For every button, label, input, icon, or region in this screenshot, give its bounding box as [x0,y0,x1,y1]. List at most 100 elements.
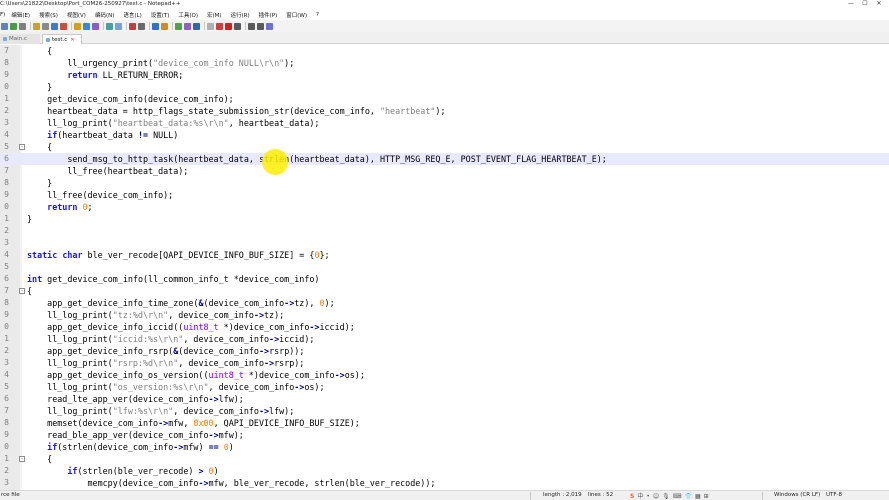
code-line[interactable]: 1 get_device_com_info(device_com_info); [0,93,889,105]
code-line[interactable]: 0 app_get_device_info_iccid((uint8_t *)d… [0,321,889,333]
code-line[interactable]: 5 [0,261,889,273]
menu-item[interactable]: 设置(T) [151,11,170,19]
code-line[interactable]: 3 ll_log_print("heartbeat_data:%s\r\n", … [0,117,889,129]
code-line[interactable]: 5 ll_log_print("os_version:%s\r\n", devi… [0,381,889,393]
toolbar-button-icon[interactable] [207,22,214,30]
keyboard-icon[interactable]: ⌨ [673,492,682,500]
toolbar-button-icon[interactable] [138,22,145,30]
eol-status[interactable]: Windows (CR LF) [774,492,820,498]
close-tab-icon[interactable]: ✕ [70,37,74,43]
toolbar-button-icon[interactable] [184,22,191,30]
code-line[interactable]: 7 { [0,45,889,57]
menu-item[interactable]: 编码(N) [95,11,114,19]
toolbar-button-icon[interactable] [74,22,81,30]
tab-main-c[interactable]: Main.c [0,34,40,44]
toolbar-button-icon[interactable] [19,22,26,30]
chinese-mode-icon[interactable]: 中 [637,492,643,500]
toolbar-button-icon[interactable] [193,22,200,30]
menu-item[interactable]: F) [0,12,5,18]
toolbar-button-icon[interactable] [42,22,49,30]
maximize-button[interactable]: ☐ [859,0,871,8]
code-line[interactable]: 2 if(strlen(ble_ver_recode) > 0) [0,465,889,477]
sogou-ime-icon[interactable]: S [630,492,634,500]
code-line[interactable]: 7 -{ [0,285,889,297]
menu-item[interactable]: ? [316,12,319,18]
skin-icon[interactable]: 👕 [684,492,691,500]
code-line[interactable]: 2 heartbeat_data = http_flags_state_subm… [0,105,889,117]
toolbar-button-icon[interactable] [51,22,58,30]
code-line[interactable]: 9 read_ble_app_ver(device_com_info->mfw)… [0,429,889,441]
punctuation-icon[interactable]: • [646,492,650,500]
menu-item[interactable]: 搜索(S) [39,11,58,19]
code-line[interactable]: 1 ll_log_print("iccid:%s\r\n", device_co… [0,333,889,345]
toolbar-button-icon[interactable] [161,22,168,30]
code-line[interactable]: 9 return LL_RETURN_ERROR; [0,69,889,81]
code-line[interactable]: 7 ll_log_print("lfw:%s\r\n", device_com_… [0,405,889,417]
grid-icon[interactable]: ⊞ [704,492,709,500]
menu-item[interactable]: 运行(R) [231,11,250,19]
encoding-status[interactable]: UTF-8 [826,492,842,498]
menu-item[interactable]: 插件(P) [259,11,278,19]
toolbar-button-icon[interactable] [234,22,241,30]
toolbox-icon[interactable]: ▦ [695,492,701,500]
menu-bar: F) 编辑(E) 搜索(S) 视图(V) 编码(N) 语言(L) 设置(T) 工具(O) 宏(M… [0,9,889,20]
code-line[interactable]: 6 int get_device_com_info(ll_common_info_… [0,273,889,285]
code-line[interactable]: 4 app_get_device_info_os_version((uint8_… [0,369,889,381]
code-line[interactable]: 6 send_msg_to_http_task(heartbeat_data, … [0,153,889,165]
code-line[interactable]: 1 - { [0,453,889,465]
menu-item[interactable]: 视图(V) [67,11,86,19]
code-line[interactable]: 8 memset(device_com_info->mfw, 0x00, QAP… [0,417,889,429]
code-line[interactable]: 4 static char ble_ver_recode[QAPI_DEVICE_… [0,249,889,261]
toolbar-button-icon[interactable] [266,22,273,30]
toolbar-button-icon[interactable] [152,22,159,30]
toolbar-button-icon[interactable] [175,22,182,30]
code-line[interactable]: 2 app_get_device_info_rsrp(&(device_com_… [0,345,889,357]
code-line[interactable]: 0 } [0,81,889,93]
code-line[interactable]: 7 ll_free(heartbeat_data); [0,165,889,177]
toolbar-button-icon[interactable] [106,22,113,30]
toolbar-button-icon[interactable] [129,22,136,30]
code-line[interactable]: 3 memcpy(device_com_info->mfw, ble_ver_r… [0,477,889,489]
code-line[interactable]: 8 ll_urgency_print("device_com_info NULL… [0,57,889,69]
toolbar-button-icon[interactable] [1,22,8,30]
toolbar-button-icon[interactable] [248,22,255,30]
code-line[interactable]: 8 app_get_device_info_time_zone(&(device… [0,297,889,309]
toolbar-button-icon[interactable] [92,22,99,30]
code-line[interactable]: 0 if(strlen(device_com_info->mfw) == 0) [0,441,889,453]
fold-toggle-icon[interactable]: - [19,288,25,294]
menu-item[interactable]: 窗口(W) [286,11,307,19]
menu-item[interactable]: 语言(L) [123,11,141,19]
code-line[interactable]: 3 ll_log_print("rsrp:%d\r\n", device_com… [0,357,889,369]
toolbar-button-icon[interactable] [83,22,90,30]
toolbar-separator [245,22,246,30]
menu-item[interactable]: 编辑(E) [11,11,30,19]
toolbar-button-icon[interactable] [60,22,67,30]
toolbar-button-icon[interactable] [33,22,40,30]
code-line[interactable]: 0 return 0; [0,201,889,213]
code-line[interactable]: 9 ll_log_print("tz:%d\r\n", device_com_i… [0,309,889,321]
code-line[interactable]: 8 } [0,177,889,189]
toolbar-button-icon[interactable] [115,22,122,30]
toolbar-button-icon[interactable] [10,22,17,30]
emoji-icon[interactable]: ☺ [653,492,659,500]
code-line[interactable]: 3 [0,237,889,249]
toolbar-button-icon[interactable] [257,22,264,30]
code-line[interactable]: 4 if(heartbeat_data != NULL) [0,129,889,141]
code-line[interactable]: 5 - { [0,141,889,153]
code-editor[interactable]: 7 {8 ll_urgency_print("device_com_info N… [0,45,889,490]
fold-toggle-icon[interactable]: - [19,144,25,150]
toolbar-button-icon[interactable] [216,22,223,30]
close-button[interactable]: ✕ [873,0,885,8]
toolbar-button-icon[interactable] [225,22,232,30]
tab-test-c[interactable]: test.c ✕ [42,34,82,44]
code-line[interactable]: 6 read_lte_app_ver(device_com_info->lfw)… [0,393,889,405]
fold-toggle-icon[interactable]: - [19,456,25,462]
mic-icon[interactable]: 🎙 [662,492,670,500]
menu-item[interactable]: 工具(O) [178,11,198,19]
toolbar-separator [30,22,31,30]
minimize-button[interactable]: — [845,0,857,8]
menu-item[interactable]: 宏(M) [207,11,222,19]
code-line[interactable]: 2 [0,225,889,237]
code-line[interactable]: 1} [0,213,889,225]
code-line[interactable]: 9 ll_free(device_com_info); [0,189,889,201]
